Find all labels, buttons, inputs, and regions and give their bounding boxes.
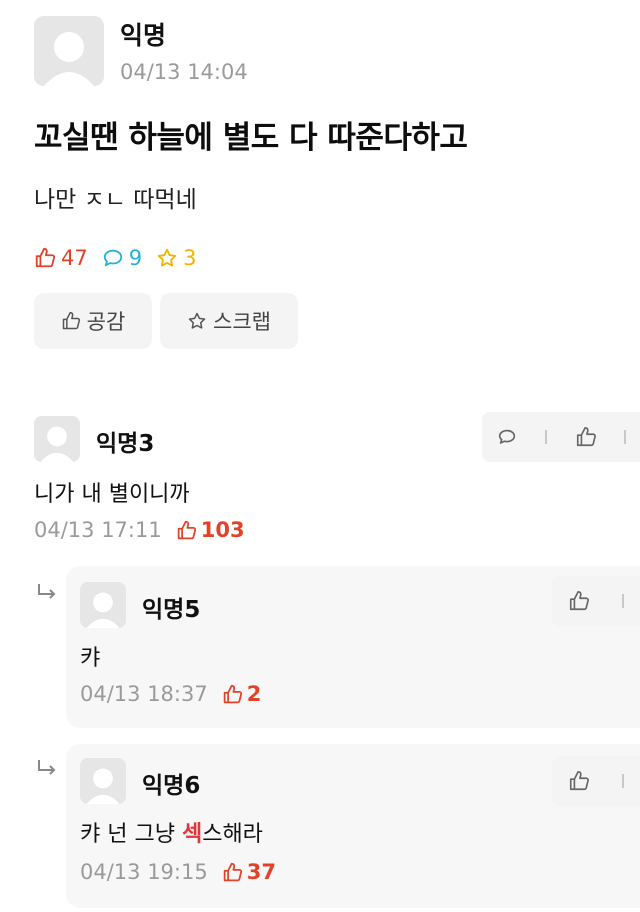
reply-avatar [80, 582, 126, 628]
reply-author: 익명5 [142, 597, 201, 623]
user-silhouette-icon [34, 416, 80, 462]
comment-actions [482, 412, 640, 462]
thumbs-up-icon [62, 311, 80, 330]
comment-timestamp: 04/13 17:11 [34, 518, 162, 542]
reply-text-before: 캬 넌 그냥 [80, 822, 182, 847]
reply-text-after: 스해라 [202, 822, 263, 847]
reply-like-count: 2 [222, 682, 262, 706]
post-title: 꼬실땐 하늘에 별도 다 따준다하고 [34, 120, 468, 156]
post-avatar [34, 16, 104, 86]
reply-text-marked: 섹 [181, 822, 203, 847]
post-timestamp: 04/13 14:04 [120, 60, 248, 84]
like-count-value: 47 [61, 246, 88, 270]
comment-author: 익명3 [96, 431, 155, 457]
divider [624, 430, 627, 444]
reply-meta: 04/13 18:37 2 [80, 682, 261, 706]
reply-like-count: 37 [222, 860, 276, 884]
divider [622, 774, 624, 788]
scrap-button-label: 스크랩 [213, 310, 271, 334]
reply-author: 익명6 [142, 773, 201, 799]
scrap-count: 3 [156, 246, 196, 270]
reply-text: 캬 넌 그냥 섹스해라 [80, 816, 263, 848]
thumbs-up-icon[interactable] [568, 590, 590, 612]
comment-avatar [34, 416, 80, 462]
comment-like-value: 103 [200, 518, 245, 542]
thumbs-up-icon[interactable] [568, 770, 590, 792]
thumbs-up-icon[interactable] [575, 426, 597, 448]
comment-count: 9 [102, 246, 142, 270]
divider [545, 430, 548, 444]
comment-text: 니가 내 별이니까 [34, 482, 190, 507]
reply-like-value: 37 [246, 860, 276, 884]
reply-meta: 04/13 19:15 37 [80, 860, 276, 884]
star-icon [188, 312, 206, 329]
user-silhouette-icon [34, 16, 104, 86]
reply-timestamp: 04/13 18:37 [80, 682, 208, 706]
star-icon [157, 248, 177, 267]
post-stats: 47 9 3 [34, 246, 196, 270]
post-body: 나만 ㅈㄴ 따먹네 [34, 187, 197, 213]
comment-count-value: 9 [128, 246, 143, 270]
reply-icon[interactable] [496, 426, 518, 448]
reply-avatar [80, 758, 126, 804]
reply-arrow-icon [38, 760, 56, 775]
divider [622, 594, 624, 608]
reply-arrow-icon [38, 584, 56, 599]
like-count: 47 [34, 246, 88, 270]
comment-meta: 04/13 17:11 103 [34, 518, 245, 542]
post-author: 익명 [120, 21, 167, 50]
scrap-count-value: 3 [183, 246, 197, 270]
user-silhouette-icon [80, 758, 126, 804]
reply-timestamp: 04/13 19:15 [80, 860, 208, 884]
reply-actions [552, 756, 640, 806]
scrap-button[interactable]: 스크랩 [160, 293, 298, 349]
thumbs-up-icon [177, 520, 196, 539]
thumbs-up-icon [223, 684, 242, 703]
reply-actions [552, 576, 640, 626]
user-silhouette-icon [80, 582, 126, 628]
like-button-label: 공감 [86, 310, 126, 334]
reply-like-value: 2 [246, 682, 262, 706]
thumbs-up-icon [35, 247, 56, 268]
thumbs-up-icon [223, 862, 242, 881]
comment-like-count: 103 [176, 518, 245, 542]
speech-bubble-icon [103, 249, 122, 267]
reply-text: 캬 [80, 646, 101, 671]
like-button[interactable]: 공감 [34, 293, 152, 349]
